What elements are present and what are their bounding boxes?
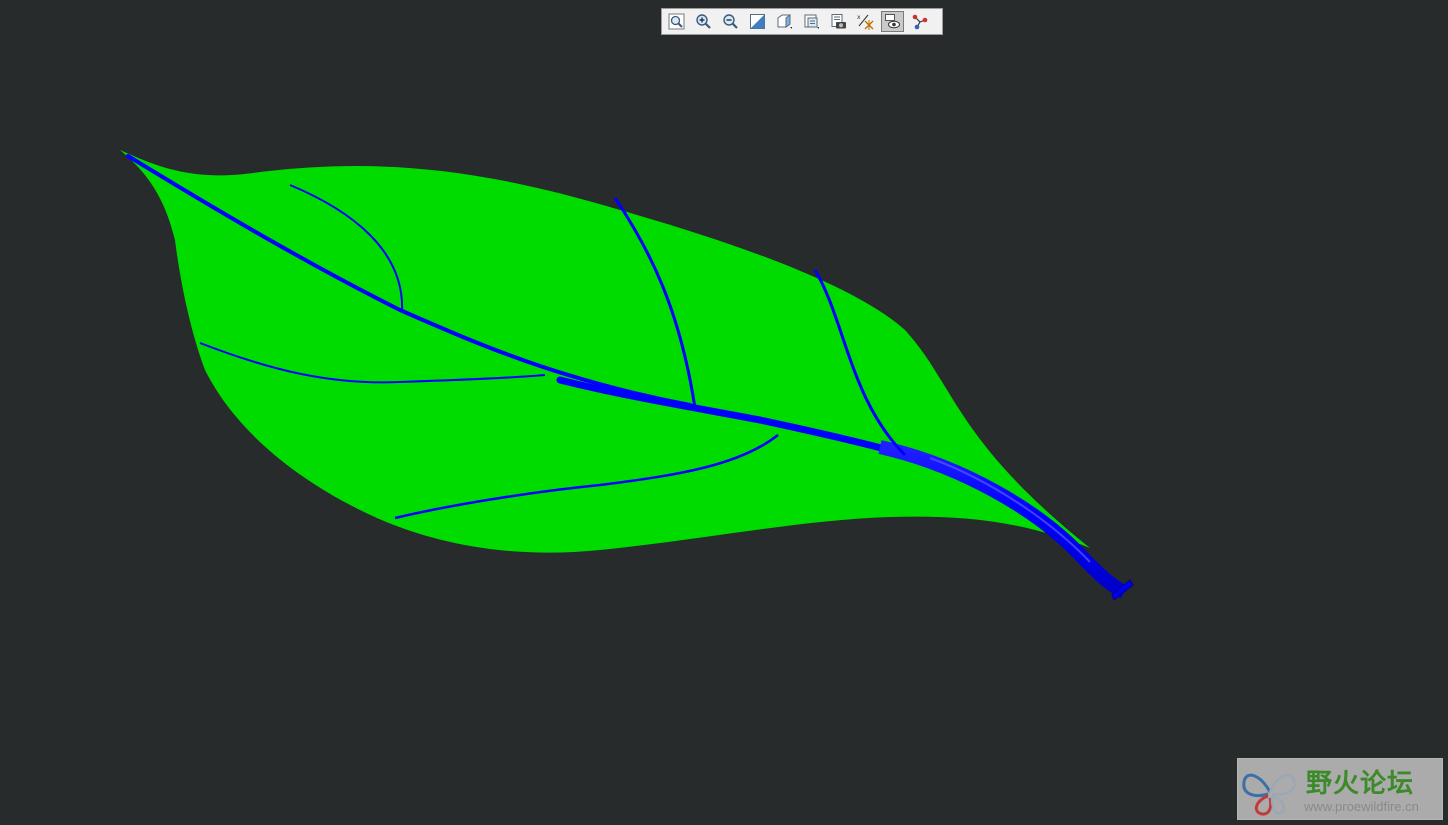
spin-center-icon [912, 14, 928, 30]
butterfly-logo-icon [1242, 773, 1297, 816]
saved-views-button[interactable] [800, 11, 823, 32]
forum-watermark: 野火论坛 www.proewildfire.cn [1237, 758, 1443, 820]
repaint-icon [750, 14, 765, 29]
saved-views-icon [804, 14, 819, 29]
refit-icon [668, 13, 685, 30]
datum-display-icon: x [857, 14, 874, 30]
annotation-display-icon [885, 14, 900, 29]
watermark-url: www.proewildfire.cn [1304, 799, 1419, 814]
annotation-display-button[interactable] [881, 11, 904, 32]
zoom-out-icon [723, 14, 738, 29]
leaf-blade [120, 150, 1090, 553]
view-manager-button[interactable] [827, 11, 850, 32]
watermark-title: 野火论坛 [1306, 769, 1415, 799]
repaint-button[interactable] [746, 11, 769, 32]
refit-button[interactable] [665, 11, 688, 32]
zoom-out-button[interactable] [719, 11, 742, 32]
display-style-button[interactable] [773, 11, 796, 32]
zoom-in-button[interactable] [692, 11, 715, 32]
view-toolbar: x [661, 8, 943, 35]
display-style-icon [777, 14, 792, 29]
datum-display-button[interactable]: x [854, 11, 877, 32]
spin-center-button[interactable] [908, 11, 931, 32]
zoom-in-icon [696, 14, 711, 29]
leaf-model[interactable] [0, 0, 1448, 825]
graphics-viewport[interactable]: x 野火论坛 www.proewildfire.cn [0, 0, 1448, 825]
svg-text:x: x [857, 14, 861, 21]
view-manager-icon [831, 14, 846, 29]
